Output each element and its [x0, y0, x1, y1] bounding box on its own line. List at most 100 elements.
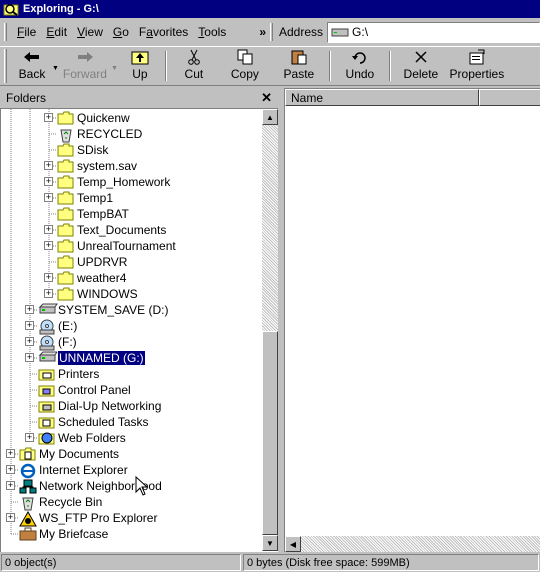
expand-plus-icon[interactable]: +: [44, 289, 53, 298]
forward-button[interactable]: Forward: [59, 47, 111, 85]
address-value: G:\: [352, 25, 369, 39]
paste-button[interactable]: Paste: [272, 47, 326, 85]
scroll-up-arrow-icon[interactable]: ▲: [262, 109, 278, 125]
menu-file[interactable]: File: [12, 25, 41, 39]
tree-item[interactable]: + Network Neighborhood: [1, 478, 261, 494]
folders-pane-header: Folders ✕: [0, 88, 278, 108]
expand-plus-icon[interactable]: +: [44, 177, 53, 186]
tree-item-label: WINDOWS: [77, 287, 138, 301]
toolbar-separator: [164, 51, 167, 81]
expand-plus-icon[interactable]: +: [44, 193, 53, 202]
expand-plus-icon[interactable]: +: [44, 225, 53, 234]
cut-button[interactable]: Cut: [170, 47, 218, 85]
folders-title: Folders: [6, 91, 47, 105]
properties-button[interactable]: Properties: [448, 47, 506, 85]
toolbar-grip[interactable]: [4, 49, 7, 83]
column-name[interactable]: Name: [285, 89, 479, 106]
tree-item[interactable]: + (E:): [1, 318, 261, 335]
toolbar: Back ▼ Forward ▼ Up Cut Copy Paste Undo …: [0, 46, 540, 86]
tree-item-label: Temp_Homework: [77, 175, 171, 189]
expand-plus-icon[interactable]: +: [6, 481, 15, 490]
menu-go[interactable]: Go: [108, 25, 134, 39]
tree-item[interactable]: + Internet Explorer: [1, 462, 261, 479]
scissors-icon: [184, 48, 204, 66]
copy-label: Copy: [230, 67, 259, 81]
tree-item[interactable]: + SYSTEM_SAVE (D:): [1, 302, 261, 318]
tree-vertical-scrollbar[interactable]: ▲ ▼: [262, 109, 278, 551]
tree-item[interactable]: UPDRVR: [1, 254, 261, 270]
title-bar[interactable]: Exploring - G:\: [0, 0, 540, 18]
expand-plus-icon[interactable]: +: [6, 449, 15, 458]
tree-item[interactable]: + UNNAMED (G:): [1, 350, 261, 366]
address-input[interactable]: G:\: [327, 21, 540, 43]
expand-plus-icon[interactable]: +: [6, 465, 15, 474]
tree-item[interactable]: + My Documents: [1, 446, 261, 462]
tree-item[interactable]: + Temp_Homework: [1, 174, 261, 190]
list-horizontal-scrollbar[interactable]: ◀: [285, 536, 540, 552]
tree-item-label: (E:): [58, 319, 78, 333]
menu-view[interactable]: View: [72, 25, 108, 39]
tree-item[interactable]: + Text_Documents: [1, 222, 261, 238]
undo-button[interactable]: Undo: [334, 47, 386, 85]
expand-plus-icon[interactable]: +: [25, 305, 34, 314]
column-next[interactable]: [479, 89, 540, 106]
copy-button[interactable]: Copy: [218, 47, 272, 85]
expand-plus-icon[interactable]: +: [25, 321, 34, 330]
tree-item[interactable]: + weather4: [1, 270, 261, 286]
delete-button[interactable]: Delete: [394, 47, 448, 85]
menu-grip[interactable]: [4, 23, 7, 41]
tree-item[interactable]: + Quickenw: [1, 110, 261, 126]
tree-item[interactable]: + Web Folders: [1, 430, 261, 446]
tree-item[interactable]: Printers: [1, 366, 261, 382]
internet-explorer-icon: [19, 463, 37, 479]
menu-overflow-chevron[interactable]: »: [259, 25, 268, 39]
expand-plus-icon[interactable]: +: [25, 353, 34, 362]
menu-bar: File Edit View Go Favorites Tools »: [0, 19, 268, 45]
tree-item[interactable]: RECYCLED: [1, 126, 261, 143]
tree-item-label: My Briefcase: [39, 527, 109, 541]
expand-plus-icon[interactable]: +: [44, 273, 53, 282]
tree-item[interactable]: My Briefcase: [1, 526, 261, 542]
menu-favorites[interactable]: Favorites: [134, 25, 193, 39]
tree-item-label: WS_FTP Pro Explorer: [39, 511, 158, 525]
tree-item-label: Quickenw: [77, 111, 130, 125]
menu-tools[interactable]: Tools: [193, 25, 231, 39]
scroll-down-arrow-icon[interactable]: ▼: [262, 535, 278, 551]
tree-item-label: My Documents: [39, 447, 120, 461]
copy-icon: [235, 48, 255, 66]
scroll-left-arrow-icon[interactable]: ◀: [285, 536, 301, 552]
back-button[interactable]: Back: [12, 47, 52, 85]
status-disk-space: 0 bytes (Disk free space: 599MB): [243, 554, 539, 571]
recycle-bin-icon: [19, 495, 37, 511]
tree-item[interactable]: + UnrealTournament: [1, 238, 261, 254]
tree-item[interactable]: Scheduled Tasks: [1, 414, 261, 430]
close-folders-icon[interactable]: ✕: [261, 90, 272, 106]
tree-item-label: Recycle Bin: [39, 495, 103, 509]
tree-item[interactable]: Dial-Up Networking: [1, 398, 261, 414]
tree-item[interactable]: + (F:): [1, 334, 261, 351]
forward-dropdown-icon[interactable]: ▼: [111, 65, 118, 72]
up-folder-icon: [130, 48, 150, 66]
tree-item[interactable]: + system.sav: [1, 158, 261, 174]
tree-item-label: weather4: [77, 271, 127, 285]
tree-item[interactable]: + Temp1: [1, 190, 261, 206]
expand-plus-icon[interactable]: +: [25, 337, 34, 346]
menu-edit[interactable]: Edit: [41, 25, 72, 39]
expand-plus-icon[interactable]: +: [44, 113, 53, 122]
tree-item[interactable]: Recycle Bin: [1, 494, 261, 511]
tree-item[interactable]: Control Panel: [1, 382, 261, 398]
expand-plus-icon[interactable]: +: [44, 241, 53, 250]
expand-plus-icon[interactable]: +: [44, 161, 53, 170]
expand-plus-icon[interactable]: +: [6, 513, 15, 522]
back-dropdown-icon[interactable]: ▼: [52, 65, 59, 72]
forward-arrow-icon: [75, 48, 95, 66]
expand-plus-icon[interactable]: +: [25, 433, 34, 442]
up-button[interactable]: Up: [118, 47, 162, 85]
tree-item[interactable]: + WS_FTP Pro Explorer: [1, 510, 261, 527]
tree-scroll-thumb[interactable]: [262, 331, 278, 535]
mouse-pointer-icon: [135, 476, 149, 496]
tree-item[interactable]: + WINDOWS: [1, 286, 261, 302]
tree-item[interactable]: TempBAT: [1, 206, 261, 222]
folder-icon: [57, 191, 75, 205]
tree-item[interactable]: SDisk: [1, 142, 261, 158]
